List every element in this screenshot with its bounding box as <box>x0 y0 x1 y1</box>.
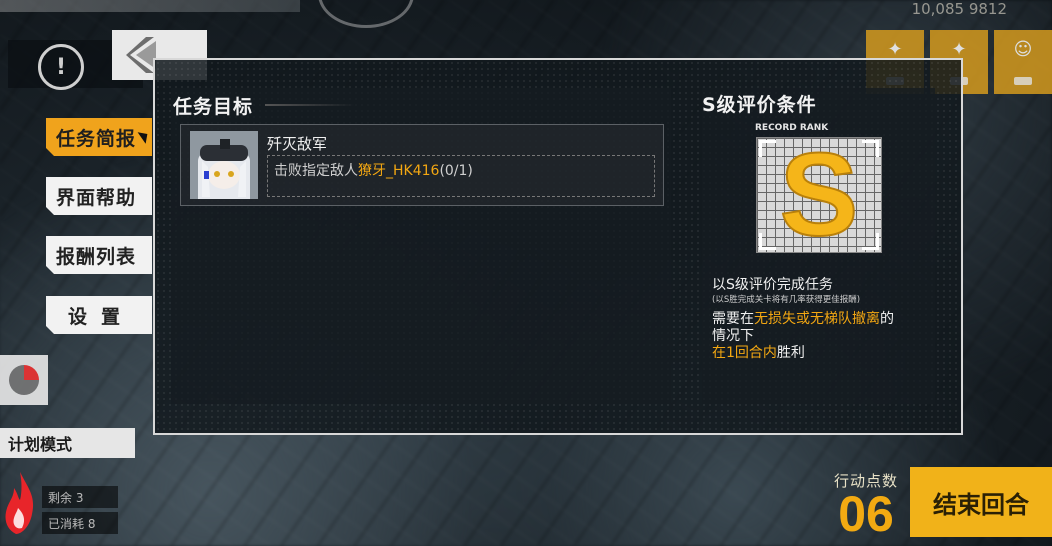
plan-mode-button[interactable]: 计划模式 <box>0 428 135 458</box>
condition-highlight: 在1回合内 <box>712 345 777 361</box>
rank-badge: S <box>756 137 882 253</box>
rank-letter: S <box>779 137 860 253</box>
remaining-stat: 剩余 3 <box>42 486 118 508</box>
pointer-cursor-icon <box>138 128 152 143</box>
menu-item-label: 任务简报 <box>56 127 137 150</box>
menu-item-label: 界面帮助 <box>56 186 137 209</box>
condition-highlight: 无损失或无梯队撤离 <box>754 311 880 327</box>
action-points-value: 06 <box>838 486 894 542</box>
menu-item-briefing[interactable]: 任务简报 <box>46 118 152 156</box>
condition-title: 以S级评价完成任务 <box>712 277 833 293</box>
objectives-title: 任务目标 <box>173 96 254 118</box>
condition-note: (以S胜完成关卡将有几率获得更佳报酬) <box>712 295 861 305</box>
condition-line-3: 在1回合内胜利 <box>712 342 805 362</box>
menu-item-settings[interactable]: 设置 <box>46 296 152 334</box>
fire-icon <box>5 472 34 534</box>
condition-text: 的 <box>880 311 894 327</box>
objective-detail-text: 击败指定敌人 <box>274 163 358 179</box>
action-points: 行动点数 06 <box>826 470 906 540</box>
menu-item-help[interactable]: 界面帮助 <box>46 177 152 215</box>
consumed-stat: 已消耗 8 <box>42 512 118 534</box>
mission-briefing-dialog: 任务目标 歼灭敌军 击败指定敌人獠牙_HK416(0/1) S级评价条件 REC… <box>153 58 963 435</box>
rank-title: S级评价条件 <box>702 94 817 116</box>
condition-text: 胜利 <box>776 345 805 361</box>
objective-card: 歼灭敌军 击败指定敌人獠牙_HK416(0/1) <box>180 124 664 206</box>
objective-target: 獠牙_HK416 <box>358 163 440 179</box>
top-hud-bar <box>0 0 300 12</box>
record-rank-label: RECORD RANK <box>755 123 829 133</box>
objective-progress: (0/1) <box>439 163 473 179</box>
menu-item-label: 设置 <box>68 305 135 328</box>
title-divider <box>265 104 355 106</box>
menu-item-rewards[interactable]: 报酬列表 <box>46 236 152 274</box>
objective-name: 歼灭敌军 <box>267 135 328 153</box>
enemy-avatar <box>190 131 258 199</box>
info-icon[interactable]: ! <box>38 44 84 90</box>
resource-counter: 10,085 9812 <box>911 0 1007 18</box>
menu-item-label: 报酬列表 <box>56 245 137 268</box>
end-turn-button[interactable]: 结束回合 <box>910 467 1052 537</box>
doll-icon[interactable]: ☺ <box>994 30 1052 94</box>
objective-detail: 击败指定敌人獠牙_HK416(0/1) <box>267 155 655 197</box>
turn-clock-icon[interactable] <box>0 355 48 405</box>
